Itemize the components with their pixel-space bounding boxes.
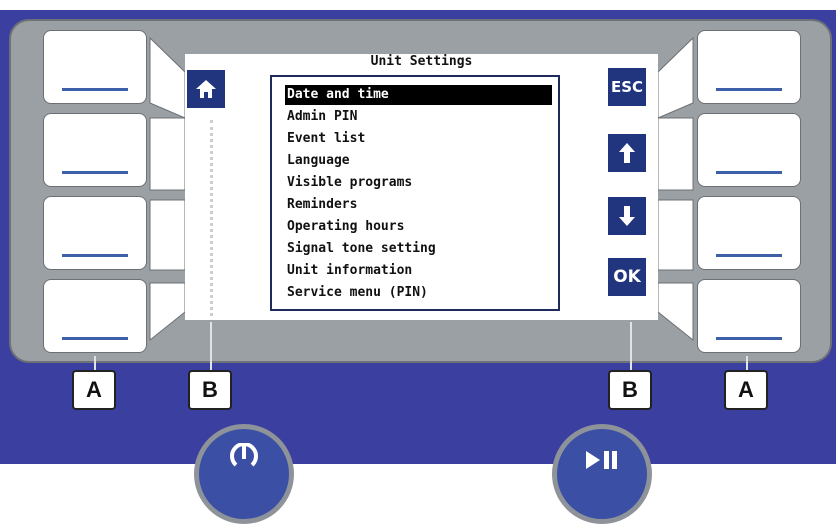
softkey-bar: [716, 88, 782, 91]
down-button[interactable]: [608, 197, 646, 235]
menu-item-language[interactable]: Language: [285, 151, 552, 171]
connector-right-4: [657, 282, 694, 342]
softkey-left-3[interactable]: [43, 196, 147, 270]
power-button[interactable]: [194, 424, 294, 524]
play-pause-icon: [586, 451, 617, 469]
up-button[interactable]: [608, 134, 646, 172]
softkey-bar: [716, 337, 782, 340]
settings-menu: Date and time Admin PIN Event list Langu…: [270, 75, 560, 311]
connector-left-3: [149, 199, 186, 271]
callout-line-left-b: [210, 322, 212, 370]
softkey-right-4[interactable]: [697, 279, 801, 353]
connector-right-1: [657, 36, 694, 119]
ok-button[interactable]: OK: [608, 258, 646, 296]
start-pause-button[interactable]: [552, 424, 652, 524]
connector-right-2: [657, 117, 694, 191]
callout-label-left-b: B: [188, 370, 232, 410]
home-icon: [196, 80, 216, 98]
callout-line-left-a: [94, 356, 96, 370]
callout-label-right-a: A: [724, 370, 768, 410]
scroll-track: [210, 120, 213, 316]
menu-item-admin-pin[interactable]: Admin PIN: [285, 107, 552, 127]
menu-item-event-list[interactable]: Event list: [285, 129, 552, 149]
arrow-up-icon: [619, 143, 635, 163]
power-icon: [230, 443, 258, 467]
connector-left-1: [149, 36, 186, 119]
softkey-bar: [62, 254, 128, 257]
menu-item-operating-hours[interactable]: Operating hours: [285, 217, 552, 237]
esc-button[interactable]: ESC: [608, 68, 646, 106]
menu-item-signal-tone[interactable]: Signal tone setting: [285, 239, 552, 259]
menu-item-service-menu[interactable]: Service menu (PIN): [285, 283, 552, 303]
softkey-bar: [62, 171, 128, 174]
menu-item-visible-programs[interactable]: Visible programs: [285, 173, 552, 193]
callout-line-right-b: [630, 322, 632, 370]
menu-item-reminders[interactable]: Reminders: [285, 195, 552, 215]
callout-label-left-a: A: [72, 370, 116, 410]
menu-item-unit-information[interactable]: Unit information: [285, 261, 552, 281]
home-button[interactable]: [187, 70, 225, 108]
arrow-down-icon: [619, 206, 635, 226]
softkey-bar: [716, 171, 782, 174]
softkey-left-4[interactable]: [43, 279, 147, 353]
menu-item-date-time[interactable]: Date and time: [285, 85, 552, 105]
screen-title: Unit Settings: [370, 54, 473, 69]
softkey-bar: [62, 88, 128, 91]
callout-line-right-a: [746, 356, 748, 370]
softkey-right-1[interactable]: [697, 30, 801, 104]
lcd-screen: Unit Settings Date and time Admin PIN Ev…: [185, 54, 658, 320]
softkey-bar: [716, 254, 782, 257]
connector-left-4: [149, 282, 186, 342]
softkey-bar: [62, 337, 128, 340]
softkey-right-3[interactable]: [697, 196, 801, 270]
softkey-left-1[interactable]: [43, 30, 147, 104]
connector-left-2: [149, 117, 186, 191]
callout-label-right-b: B: [608, 370, 652, 410]
connector-right-3: [657, 199, 694, 271]
softkey-right-2[interactable]: [697, 113, 801, 187]
softkey-left-2[interactable]: [43, 113, 147, 187]
